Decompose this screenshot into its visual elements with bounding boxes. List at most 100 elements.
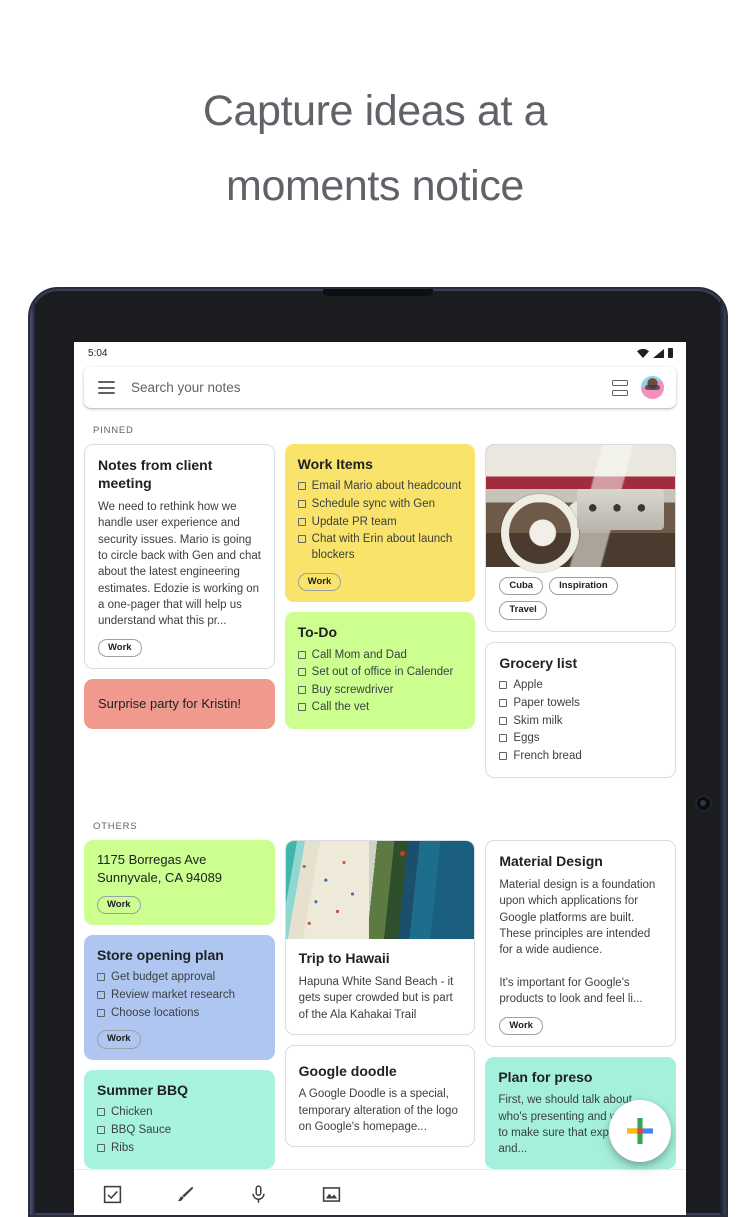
check-item[interactable]: Apple: [499, 678, 663, 694]
others-columns: 1175 Borregas Ave Sunnyvale, CA 94089 Wo…: [84, 840, 677, 1169]
image-icon[interactable]: [321, 1184, 342, 1205]
search-bar[interactable]: [84, 367, 676, 408]
checkbox-icon[interactable]: [297, 535, 306, 544]
check-item[interactable]: Chicken: [97, 1105, 263, 1121]
search-input[interactable]: [131, 380, 612, 395]
create-note-fab[interactable]: [609, 1100, 671, 1162]
check-label: Eggs: [513, 732, 540, 745]
checkbox-icon[interactable]: [297, 650, 306, 659]
page-headline: Capture ideas at a moments notice: [0, 0, 750, 225]
checkbox-icon[interactable]: [297, 703, 306, 712]
tag-work[interactable]: Work: [98, 638, 142, 657]
brush-icon[interactable]: [175, 1184, 196, 1205]
note-card-material-design[interactable]: Material Design Material design is a fou…: [485, 840, 677, 1047]
checklist[interactable]: Apple Paper towels Skim milk Eggs French…: [499, 678, 663, 764]
check-item[interactable]: Set out of office in Calender: [297, 665, 464, 681]
headline-line-1: Capture ideas at a: [202, 87, 548, 135]
check-item[interactable]: Schedule sync with Gen: [297, 497, 464, 513]
user-avatar[interactable]: [641, 376, 664, 399]
tablet-screen: 5:04 PINNED: [74, 342, 686, 1215]
tag-travel[interactable]: Travel: [499, 601, 547, 620]
tag-inspiration[interactable]: Inspiration: [549, 577, 618, 596]
check-label: Skim milk: [513, 714, 563, 727]
note-title: To-Do: [297, 624, 338, 641]
note-card-store-opening[interactable]: Store opening plan Get budget approval R…: [84, 935, 275, 1060]
note-title: Surprise party for Kristin!: [98, 696, 242, 711]
hamburger-menu-icon[interactable]: [98, 381, 115, 394]
check-label: Get budget approval: [111, 971, 216, 984]
note-text-area: Trip to Hawaii Hapuna White Sand Beach -…: [286, 939, 475, 1033]
checklist[interactable]: Email Mario about headcount Schedule syn…: [297, 479, 464, 563]
pinned-column-2: Work Items Email Mario about headcount S…: [284, 444, 476, 729]
tag-work[interactable]: Work: [499, 1016, 543, 1035]
check-item[interactable]: Email Mario about headcount: [297, 479, 464, 495]
check-item[interactable]: Buy screwdriver: [297, 683, 464, 699]
checkbox-icon[interactable]: [499, 698, 508, 707]
beach-photo-right: [368, 841, 475, 940]
checkbox-icon[interactable]: [499, 734, 508, 743]
note-tags: Work: [97, 895, 263, 914]
device-left-edge: [30, 289, 35, 1215]
check-item[interactable]: Eggs: [499, 731, 663, 747]
checkbox-icon[interactable]: [102, 1184, 123, 1205]
note-card-grocery-list[interactable]: Grocery list Apple Paper towels Skim mil…: [485, 641, 677, 779]
microphone-icon[interactable]: [248, 1184, 269, 1205]
note-card-address[interactable]: 1175 Borregas Ave Sunnyvale, CA 94089 Wo…: [84, 840, 275, 925]
note-body: A Google Doodle is a special, temporary …: [298, 1088, 458, 1134]
note-title: Material Design: [499, 853, 603, 870]
check-item[interactable]: Ribs: [97, 1141, 263, 1157]
notes-scroll-area[interactable]: PINNED Notes from client meeting We need…: [74, 412, 686, 1169]
note-tags: Work: [499, 1016, 663, 1035]
checkbox-icon[interactable]: [297, 685, 306, 694]
check-label: Ribs: [111, 1141, 135, 1154]
checklist[interactable]: Chicken BBQ Sauce Ribs: [97, 1105, 263, 1156]
check-item[interactable]: Update PR team: [297, 515, 464, 531]
checkbox-icon[interactable]: [297, 482, 306, 491]
checkbox-icon[interactable]: [499, 751, 508, 760]
check-item[interactable]: Get budget approval: [97, 970, 263, 986]
check-item[interactable]: Paper towels: [499, 696, 663, 712]
tag-cuba[interactable]: Cuba: [499, 577, 544, 596]
check-item[interactable]: Call Mom and Dad: [297, 648, 464, 664]
note-card-surprise-party[interactable]: Surprise party for Kristin!: [84, 679, 275, 729]
checkbox-icon[interactable]: [499, 681, 508, 690]
checkbox-icon[interactable]: [97, 1008, 105, 1017]
check-label: Email Mario about headcount: [311, 480, 462, 493]
check-label: Set out of office in Calender: [311, 666, 454, 679]
checkbox-icon[interactable]: [97, 1125, 105, 1134]
check-item[interactable]: Chat with Erin about launch blockers: [297, 532, 464, 563]
check-item[interactable]: Call the vet: [297, 700, 464, 716]
checklist[interactable]: Call Mom and Dad Set out of office in Ca…: [297, 648, 464, 717]
note-card-google-doodle[interactable]: Google doodle A Google Doodle is a speci…: [284, 1044, 476, 1148]
note-card-summer-bbq[interactable]: Summer BBQ Chicken BBQ Sauce Ribs: [84, 1069, 275, 1169]
tag-work[interactable]: Work: [97, 1030, 141, 1049]
note-card-car-photo[interactable]: Cuba Inspiration Travel: [485, 444, 677, 632]
note-card-hawaii[interactable]: Trip to Hawaii Hapuna White Sand Beach -…: [284, 840, 476, 1035]
tag-work[interactable]: Work: [97, 895, 141, 914]
tag-work[interactable]: Work: [297, 572, 342, 592]
check-label: French bread: [513, 749, 582, 762]
signal-icon: [653, 348, 664, 358]
note-card-client-meeting[interactable]: Notes from client meeting We need to ret…: [84, 444, 275, 669]
checkbox-icon[interactable]: [97, 991, 105, 1000]
list-view-toggle-icon[interactable]: [612, 379, 628, 396]
section-label-pinned: PINNED: [93, 425, 134, 436]
note-tags: Work: [297, 572, 464, 592]
checkbox-icon[interactable]: [297, 668, 306, 677]
pinned-column-1: Notes from client meeting We need to ret…: [84, 444, 275, 729]
check-item[interactable]: French bread: [499, 749, 663, 765]
check-item[interactable]: Choose locations: [97, 1006, 263, 1022]
note-card-todo[interactable]: To-Do Call Mom and Dad Set out of office…: [284, 612, 476, 729]
check-item[interactable]: Skim milk: [499, 714, 663, 730]
checkbox-icon[interactable]: [97, 1143, 105, 1152]
checklist[interactable]: Get budget approval Review market resear…: [97, 970, 263, 1021]
checkbox-icon[interactable]: [297, 517, 306, 526]
note-card-work-items[interactable]: Work Items Email Mario about headcount S…: [284, 444, 476, 603]
status-time: 5:04: [88, 347, 108, 359]
checkbox-icon[interactable]: [499, 716, 508, 725]
check-item[interactable]: BBQ Sauce: [97, 1123, 263, 1139]
checkbox-icon[interactable]: [297, 500, 306, 509]
check-item[interactable]: Review market research: [97, 988, 263, 1004]
checkbox-icon[interactable]: [97, 1108, 105, 1117]
checkbox-icon[interactable]: [97, 973, 105, 982]
